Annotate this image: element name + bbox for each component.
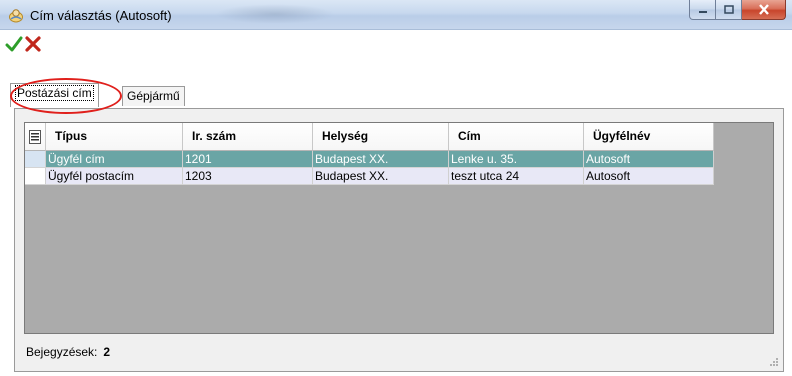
maximize-icon: [723, 5, 734, 14]
cell-tipus: Ügyfél cím: [46, 151, 183, 168]
row-indicator[interactable]: [25, 168, 46, 185]
maximize-button[interactable]: [716, 0, 742, 20]
column-header-ugyfelnev[interactable]: Ügyfélnév: [584, 123, 714, 151]
tab-label: Gépjármű: [127, 89, 180, 103]
red-x-icon[interactable]: [24, 35, 42, 53]
cell-cim: Lenke u. 35.: [449, 151, 584, 168]
column-header-irszam[interactable]: Ir. szám: [183, 123, 313, 151]
close-button[interactable]: [742, 0, 786, 20]
address-book-icon: [9, 9, 23, 23]
list-icon: [29, 129, 41, 144]
row-indicator[interactable]: [25, 151, 46, 168]
tab-postazasi-cim[interactable]: Postázási cím: [10, 83, 99, 107]
table-row[interactable]: Ügyfél cím 1201 Budapest XX. Lenke u. 35…: [25, 151, 714, 168]
table-row[interactable]: Ügyfél postacím 1203 Budapest XX. teszt …: [25, 168, 714, 185]
close-icon: [758, 4, 769, 15]
status-bar: Bejegyzések: 2: [24, 341, 774, 363]
record-count-label: Bejegyzések:: [26, 345, 98, 359]
tab-gepjarmu[interactable]: Gépjármű: [122, 86, 185, 106]
cell-cim: teszt utca 24: [449, 168, 584, 185]
column-chooser-button[interactable]: [25, 123, 46, 151]
column-header-cim[interactable]: Cím: [449, 123, 584, 151]
cell-irszam: 1201: [183, 151, 313, 168]
toolbar: [0, 30, 792, 56]
cell-ugyfelnev: Autosoft: [584, 168, 714, 185]
title-bar-glare: [215, 4, 335, 24]
cell-irszam: 1203: [183, 168, 313, 185]
resize-grip-icon[interactable]: [769, 357, 779, 367]
record-count: 2: [103, 345, 111, 359]
minimize-icon: [698, 10, 707, 13]
tab-label: Postázási cím: [15, 85, 94, 101]
minimize-button[interactable]: [689, 0, 716, 20]
column-header-tipus[interactable]: Típus: [46, 123, 183, 151]
address-grid: Típus Ir. szám Helység Cím Ügyfélnév Ügy…: [24, 122, 774, 334]
cell-tipus: Ügyfél postacím: [46, 168, 183, 185]
grid-header: Típus Ir. szám Helység Cím Ügyfélnév: [25, 123, 714, 151]
window-title: Cím választás (Autosoft): [30, 8, 172, 23]
tab-panel: Típus Ir. szám Helység Cím Ügyfélnév Ügy…: [14, 108, 784, 372]
tab-strip: Postázási cím Gépjármű: [0, 80, 792, 108]
title-bar[interactable]: Cím választás (Autosoft): [0, 0, 792, 30]
window-controls: [689, 0, 786, 20]
checkmark-icon[interactable]: [5, 35, 23, 53]
cell-ugyfelnev: Autosoft: [584, 151, 714, 168]
cell-helyseg: Budapest XX.: [313, 168, 449, 185]
column-header-helyseg[interactable]: Helység: [313, 123, 449, 151]
cell-helyseg: Budapest XX.: [313, 151, 449, 168]
